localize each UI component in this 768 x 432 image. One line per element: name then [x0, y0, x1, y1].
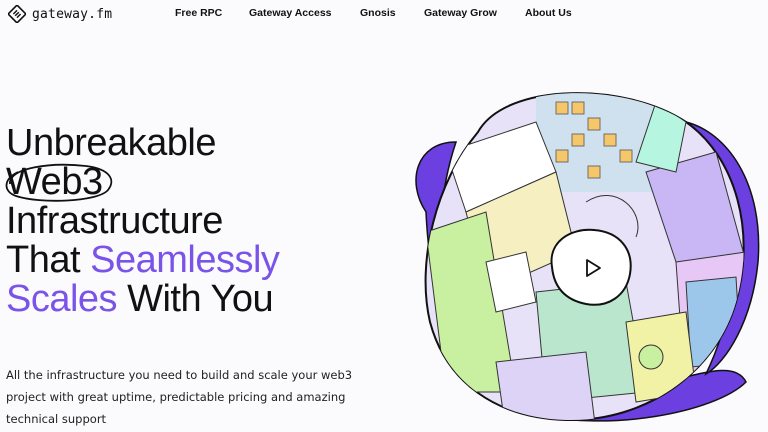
- hero-title-web3: Web3: [6, 161, 103, 203]
- site-header: gateway.fm Free RPC Gateway Access Gnosi…: [0, 0, 768, 30]
- nav-item-gnosis[interactable]: Gnosis: [360, 7, 396, 19]
- hero-title-scales: Scales: [6, 278, 118, 320]
- hero-title-with-you: With You: [117, 278, 274, 320]
- gateway-logo-icon: [8, 5, 26, 23]
- nav-item-free-rpc[interactable]: Free RPC: [175, 7, 222, 19]
- nav-item-about-us[interactable]: About Us: [525, 7, 572, 19]
- hero-title-circled-word: Web3: [5, 161, 113, 203]
- hero-title: Unbreakable Web3 Infrastructure That Sea…: [5, 122, 386, 319]
- hero-title-that: That: [6, 239, 91, 281]
- nav-item-gateway-grow[interactable]: Gateway Grow: [424, 7, 497, 19]
- hero-title-line-3: Infrastructure: [6, 200, 223, 242]
- hero-title-line-4: That Seamlessly: [6, 241, 386, 280]
- hero-video-illustration[interactable]: [386, 62, 768, 432]
- brand-logo[interactable]: gateway.fm: [8, 4, 112, 24]
- hero-description: All the infrastructure you need to build…: [6, 368, 353, 426]
- nav-item-gateway-access[interactable]: Gateway Access: [249, 7, 332, 19]
- hero-title-line-2: Web3: [5, 161, 386, 203]
- play-video-button[interactable]: [550, 228, 632, 306]
- brand-name: gateway.fm: [32, 6, 113, 22]
- hero-title-line-1: Unbreakable: [6, 122, 216, 164]
- hero-title-seamlessly: Seamlessly: [90, 239, 280, 281]
- hero-title-line-5: Scales With You: [6, 280, 386, 319]
